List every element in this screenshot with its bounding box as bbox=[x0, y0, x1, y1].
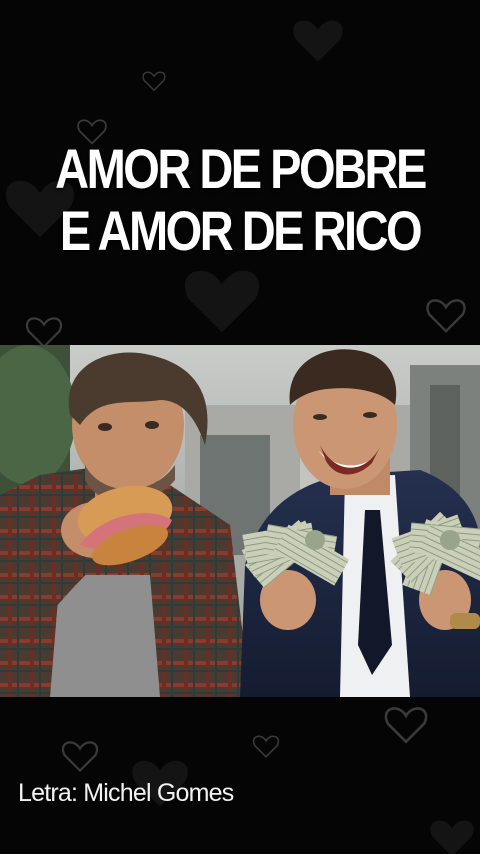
title-line-2: E AMOR DE RICO bbox=[59, 199, 423, 262]
heart-icon bbox=[426, 299, 466, 333]
photo-illustration bbox=[0, 345, 480, 697]
heart-icon bbox=[142, 71, 166, 91]
heart-icon bbox=[61, 741, 99, 772]
heart-icon bbox=[25, 317, 63, 348]
heart-icon bbox=[430, 820, 474, 854]
photo bbox=[0, 345, 480, 697]
credit-text: Letra: Michel Gomes bbox=[18, 779, 234, 807]
heart-icon bbox=[293, 20, 343, 62]
page-title: AMOR DE POBRE E AMOR DE RICO bbox=[0, 138, 480, 262]
title-line-1: AMOR DE POBRE bbox=[55, 137, 427, 200]
heart-icon bbox=[184, 270, 260, 333]
heart-icon bbox=[252, 735, 280, 758]
heart-icon bbox=[384, 707, 428, 744]
